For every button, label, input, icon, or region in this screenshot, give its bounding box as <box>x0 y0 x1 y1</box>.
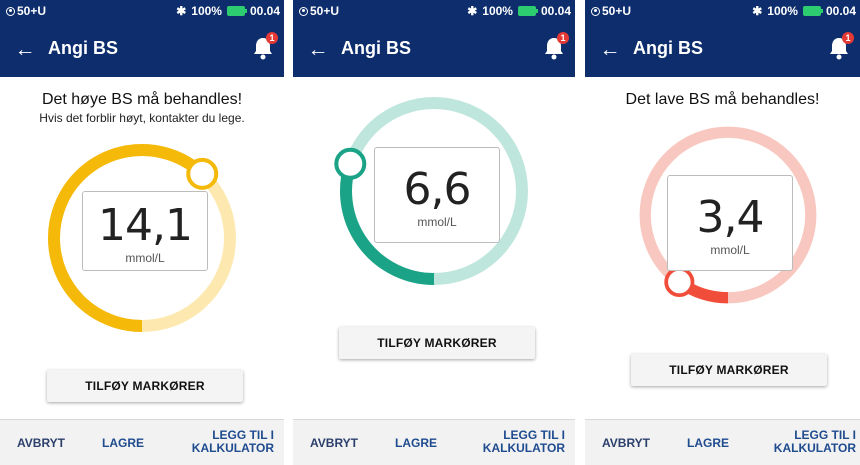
clock: 00.04 <box>249 4 280 18</box>
back-arrow-icon[interactable]: ← <box>9 34 41 66</box>
cancel-button[interactable]: AVBRYT <box>17 436 65 450</box>
carrier-label: 50+U <box>602 4 632 18</box>
warning-subheading: Hvis det forblir høyt, kontakter du lege… <box>39 111 245 125</box>
clock: 00.04 <box>540 4 571 18</box>
battery-icon <box>517 6 538 16</box>
add-calc-line1: LEGG TIL I <box>794 428 856 442</box>
status-bar: 50+U ✱ 100% 00.04 <box>293 0 575 22</box>
warning-heading: Det høye BS må behandles! <box>41 91 243 108</box>
bottom-action-bar: AVBRYT LAGRE LEGG TIL I KALKULATOR <box>585 419 860 465</box>
battery-icon <box>226 6 247 16</box>
add-markers-button[interactable]: TILFØY MARKØRER <box>339 327 535 359</box>
status-bar: 50+U ✱ 100% 00.04 <box>0 0 284 22</box>
bg-unit: mmol/L <box>125 251 165 265</box>
phone-screen-high: 50+U ✱ 100% 00.04 ← Angi BS 1 Det høye BS … <box>0 0 284 465</box>
bg-unit: mmol/L <box>417 215 457 229</box>
bottom-action-bar: AVBRYT LAGRE LEGG TIL I KALKULATOR <box>0 419 284 465</box>
bg-value-box[interactable]: 3,4 mmol/L <box>667 175 793 271</box>
gauge-handle <box>334 147 367 180</box>
gauge-handle <box>186 157 219 190</box>
cancel-button[interactable]: AVBRYT <box>310 436 358 450</box>
save-button[interactable]: LAGRE <box>102 436 144 450</box>
bluetooth-icon: ✱ <box>752 4 763 18</box>
bluetooth-icon: ✱ <box>467 4 478 18</box>
bg-value-box[interactable]: 14,1 mmol/L <box>82 191 208 271</box>
battery-percent: 100% <box>191 4 222 18</box>
notification-bell-icon[interactable]: 1 <box>543 32 569 62</box>
add-to-calculator-button[interactable]: LEGG TIL I KALKULATOR <box>774 429 856 455</box>
app-bar: ← Angi BS 1 <box>293 22 575 77</box>
add-calc-line2: KALKULATOR <box>191 441 274 455</box>
bg-value-box[interactable]: 6,6 mmol/L <box>374 147 500 243</box>
back-arrow-icon[interactable]: ← <box>594 34 626 66</box>
content: Det lave BS må behandles! 3,4 mmol/L TIL… <box>585 77 860 465</box>
bluetooth-icon: ✱ <box>176 4 187 18</box>
notification-dot-icon <box>6 6 15 16</box>
gauge-handle <box>664 266 695 298</box>
app-bar: ← Angi BS 1 <box>585 22 860 77</box>
battery-percent: 100% <box>767 4 798 18</box>
status-bar: 50+U ✱ 100% 00.04 <box>585 0 860 22</box>
carrier-label: 50+U <box>310 4 340 18</box>
warning-heading: Det lave BS må behandles! <box>625 91 820 108</box>
add-calc-line1: LEGG TIL I <box>212 428 274 442</box>
add-markers-button[interactable]: TILFØY MARKØRER <box>631 354 827 386</box>
bottom-action-bar: AVBRYT LAGRE LEGG TIL I KALKULATOR <box>293 419 575 465</box>
bg-value: 3,4 <box>696 192 765 243</box>
notification-dot-icon <box>591 6 600 16</box>
clock: 00.04 <box>825 4 856 18</box>
carrier-label: 50+U <box>17 4 47 18</box>
app-bar: ← Angi BS 1 <box>0 22 284 77</box>
add-markers-button[interactable]: TILFØY MARKØRER <box>47 370 243 402</box>
bg-value: 14,1 <box>98 200 193 251</box>
page-title: Angi BS <box>48 38 118 58</box>
content: 6,6 mmol/L TILFØY MARKØRER <box>293 77 575 465</box>
add-calc-line2: KALKULATOR <box>773 441 856 455</box>
notification-dot-icon <box>299 6 308 16</box>
notification-badge: 1 <box>266 32 278 44</box>
content: Det høye BS må behandles! Hvis det forbl… <box>0 77 284 465</box>
notification-badge: 1 <box>557 32 569 44</box>
cancel-button[interactable]: AVBRYT <box>602 436 650 450</box>
notification-badge: 1 <box>842 32 854 44</box>
phone-screen-low: 50+U ✱ 100% 00.04 ← Angi BS 1 Det lave BS … <box>585 0 860 465</box>
bg-value: 6,6 <box>403 164 472 215</box>
add-to-calculator-button[interactable]: LEGG TIL I KALKULATOR <box>192 429 274 455</box>
notification-bell-icon[interactable]: 1 <box>252 32 278 62</box>
add-to-calculator-button[interactable]: LEGG TIL I KALKULATOR <box>483 429 565 455</box>
page-title: Angi BS <box>341 38 411 58</box>
save-button[interactable]: LAGRE <box>395 436 437 450</box>
notification-bell-icon[interactable]: 1 <box>828 32 854 62</box>
battery-icon <box>802 6 823 16</box>
add-calc-line1: LEGG TIL I <box>503 428 565 442</box>
bg-unit: mmol/L <box>710 243 750 257</box>
battery-percent: 100% <box>482 4 513 18</box>
page-title: Angi BS <box>633 38 703 58</box>
add-calc-line2: KALKULATOR <box>482 441 565 455</box>
back-arrow-icon[interactable]: ← <box>302 34 334 66</box>
save-button[interactable]: LAGRE <box>687 436 729 450</box>
phone-screen-normal: 50+U ✱ 100% 00.04 ← Angi BS 1 6,6 mmol/L T… <box>293 0 575 465</box>
